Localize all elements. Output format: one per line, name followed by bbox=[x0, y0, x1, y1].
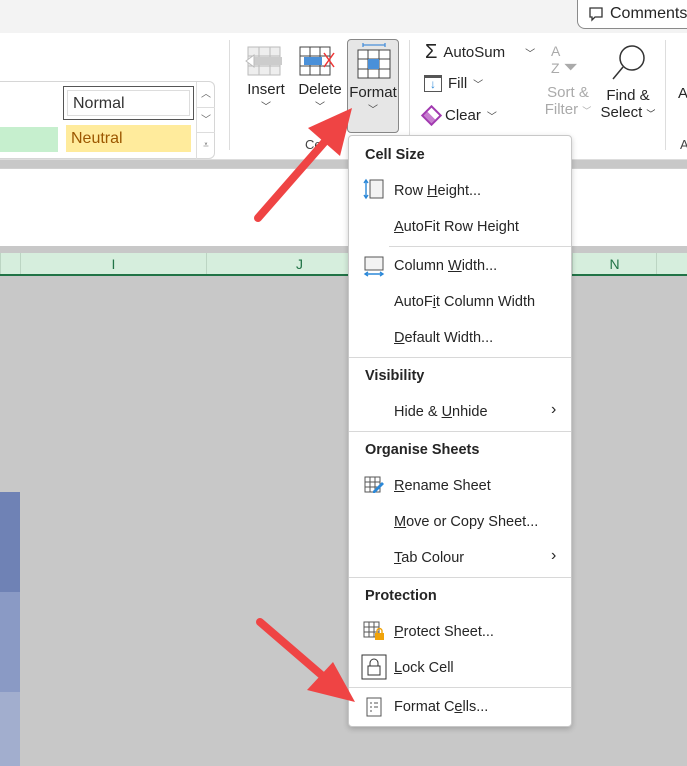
sort-filter-label: Sort & bbox=[547, 84, 589, 101]
sort-filter-label-2: Filter bbox=[544, 101, 579, 118]
selected-cell[interactable] bbox=[0, 692, 20, 766]
comments-label: Comments bbox=[610, 5, 687, 22]
column-header-i[interactable]: I bbox=[20, 253, 206, 274]
eraser-icon bbox=[420, 104, 443, 127]
column-width-icon bbox=[363, 256, 385, 277]
cell-styles-gallery: Normal Neutral ︿ ﹀ ⩡ bbox=[0, 81, 215, 159]
chevron-down-icon: ﹀ bbox=[525, 49, 536, 60]
style-good[interactable] bbox=[0, 127, 58, 152]
protection-heading: Protection bbox=[365, 588, 437, 604]
comment-icon bbox=[589, 7, 603, 22]
column-header-n[interactable]: N bbox=[572, 253, 656, 274]
insert-cells-icon bbox=[245, 46, 282, 76]
clear-button[interactable]: Clear ﹀ bbox=[420, 104, 497, 127]
find-select-label: Find & bbox=[606, 87, 650, 104]
sigma-icon: Σ bbox=[425, 41, 438, 63]
chevron-right-icon: › bbox=[551, 401, 557, 418]
next-group-label: A bbox=[680, 137, 687, 152]
annotation-arrow-icon bbox=[256, 618, 355, 702]
gallery-scroll-down[interactable]: ﹀ bbox=[197, 108, 215, 133]
format-cells-dialog-icon bbox=[366, 697, 382, 717]
comments-button[interactable]: Comments bbox=[577, 0, 687, 29]
chevron-down-icon: ﹀ bbox=[486, 112, 497, 123]
chevron-right-icon: › bbox=[551, 547, 557, 564]
fill-label: Fill bbox=[448, 75, 468, 92]
clear-label: Clear bbox=[445, 107, 481, 124]
next-group-button[interactable]: A bbox=[678, 85, 687, 102]
column-headers: I J N bbox=[0, 253, 687, 276]
gallery-scroll-up[interactable]: ︿ bbox=[197, 82, 215, 108]
rename-sheet-icon bbox=[364, 476, 384, 493]
find-select-button[interactable]: Find & Select ﹀ bbox=[598, 43, 658, 121]
sort-filter-button[interactable]: AZ ⏷ Sort & Filter ﹀ bbox=[543, 43, 593, 118]
selected-cell[interactable] bbox=[0, 492, 20, 592]
selected-cell[interactable] bbox=[0, 592, 20, 692]
cell-size-heading: Cell Size bbox=[365, 147, 425, 163]
magnifier-icon bbox=[612, 45, 645, 80]
format-cells-icon bbox=[357, 43, 391, 79]
style-normal-label: Normal bbox=[67, 90, 190, 116]
gallery-more[interactable]: ⩡ bbox=[197, 133, 215, 158]
format-dropdown-menu: Cell Size Row Height... AutoFit Row Heig… bbox=[348, 135, 572, 727]
fill-button[interactable]: ↓ Fill ﹀ bbox=[424, 75, 483, 92]
visibility-heading: Visibility bbox=[365, 368, 425, 384]
annotation-arrow-icon bbox=[254, 108, 352, 222]
style-normal[interactable]: Normal bbox=[63, 86, 194, 120]
style-neutral[interactable]: Neutral bbox=[66, 125, 191, 152]
protect-sheet-icon bbox=[363, 621, 384, 640]
autosum-label: AutoSum bbox=[443, 44, 506, 61]
find-select-label-2: Select bbox=[600, 104, 643, 121]
sort-filter-icon: AZ ⏷ bbox=[551, 43, 578, 77]
autosum-button[interactable]: Σ AutoSum ﹀ bbox=[425, 41, 535, 64]
organise-sheets-heading: Organise Sheets bbox=[365, 442, 480, 458]
fill-down-icon: ↓ bbox=[424, 75, 442, 92]
chevron-down-icon: ﹀ bbox=[473, 80, 484, 91]
delete-cells-icon bbox=[299, 46, 335, 76]
